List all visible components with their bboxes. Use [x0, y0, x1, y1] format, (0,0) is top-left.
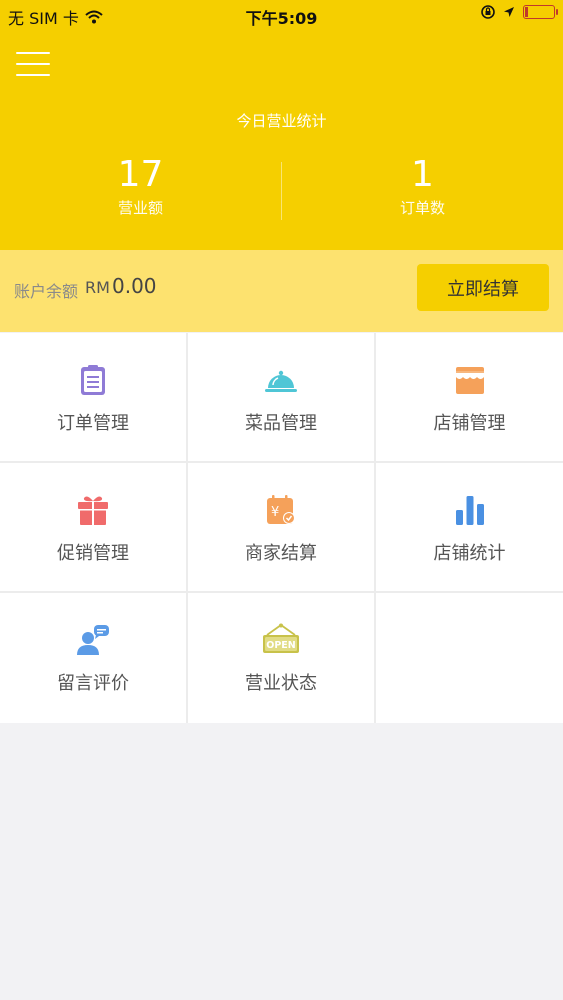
balance-label: 账户余额 — [14, 282, 79, 301]
balance-amount: 0.00 — [112, 274, 157, 298]
svg-text:¥: ¥ — [271, 505, 279, 520]
menu-item-label: 留言评价 — [57, 673, 129, 694]
menu-item-dish-management[interactable]: 菜品管理 — [188, 333, 374, 461]
open-sign-text: OPEN — [266, 640, 296, 651]
menu-item-store-statistics[interactable]: 店铺统计 — [376, 463, 563, 591]
menu-item-order-management[interactable]: 订单管理 — [0, 333, 186, 461]
menu-item-reviews[interactable]: 留言评价 — [0, 593, 186, 723]
user-chat-icon — [76, 623, 110, 657]
revenue-label: 营业额 — [117, 199, 163, 217]
revenue-value: 17 — [117, 154, 164, 195]
status-bar: 无 SIM 卡 下午5:09 — [0, 0, 563, 30]
stats-title: 今日营业统计 — [236, 112, 327, 130]
revenue-stat: 17 营业额 — [0, 155, 281, 218]
rotation-lock-icon — [481, 5, 495, 19]
clipboard-icon — [76, 363, 110, 397]
menu-item-label: 店铺管理 — [433, 413, 506, 434]
menu-empty-cell — [376, 593, 563, 723]
menu-item-promotion-management[interactable]: 促销管理 — [0, 463, 186, 591]
header: 无 SIM 卡 下午5:09 今日营业统计 17 营业额 1 订单数 — [0, 0, 563, 250]
open-sign-icon: OPEN — [261, 623, 301, 657]
location-arrow-icon — [504, 7, 514, 17]
balance-currency: RM — [85, 278, 110, 297]
orders-value: 1 — [411, 154, 434, 195]
store-icon — [453, 363, 487, 397]
settle-now-button[interactable]: 立即结算 — [417, 264, 549, 311]
menu-item-label: 商家结算 — [245, 543, 317, 564]
menu-icon[interactable] — [16, 50, 50, 78]
bar-chart-icon — [453, 493, 487, 527]
orders-stat: 1 订单数 — [282, 155, 563, 218]
menu-item-merchant-settlement[interactable]: ¥ 商家结算 — [188, 463, 374, 591]
menu-item-label: 促销管理 — [57, 543, 129, 564]
battery-icon — [523, 5, 558, 19]
gift-icon — [76, 493, 110, 527]
menu-item-business-status[interactable]: OPEN 营业状态 — [188, 593, 374, 723]
menu-item-label: 菜品管理 — [245, 413, 317, 434]
menu-item-label: 营业状态 — [245, 673, 317, 694]
menu-item-label: 订单管理 — [57, 413, 129, 434]
orders-label: 订单数 — [399, 199, 445, 217]
dish-cover-icon — [264, 363, 298, 397]
menu-item-store-management[interactable]: 店铺管理 — [376, 333, 563, 461]
calendar-check-icon: ¥ — [264, 493, 298, 527]
status-time: 下午5:09 — [245, 9, 318, 28]
menu-item-label: 店铺统计 — [433, 543, 506, 564]
menu-grid: 订单管理 菜品管理 店铺管理 促销管理 ¥ 商家结算 店铺统计 留言评价 OPE… — [0, 333, 563, 723]
